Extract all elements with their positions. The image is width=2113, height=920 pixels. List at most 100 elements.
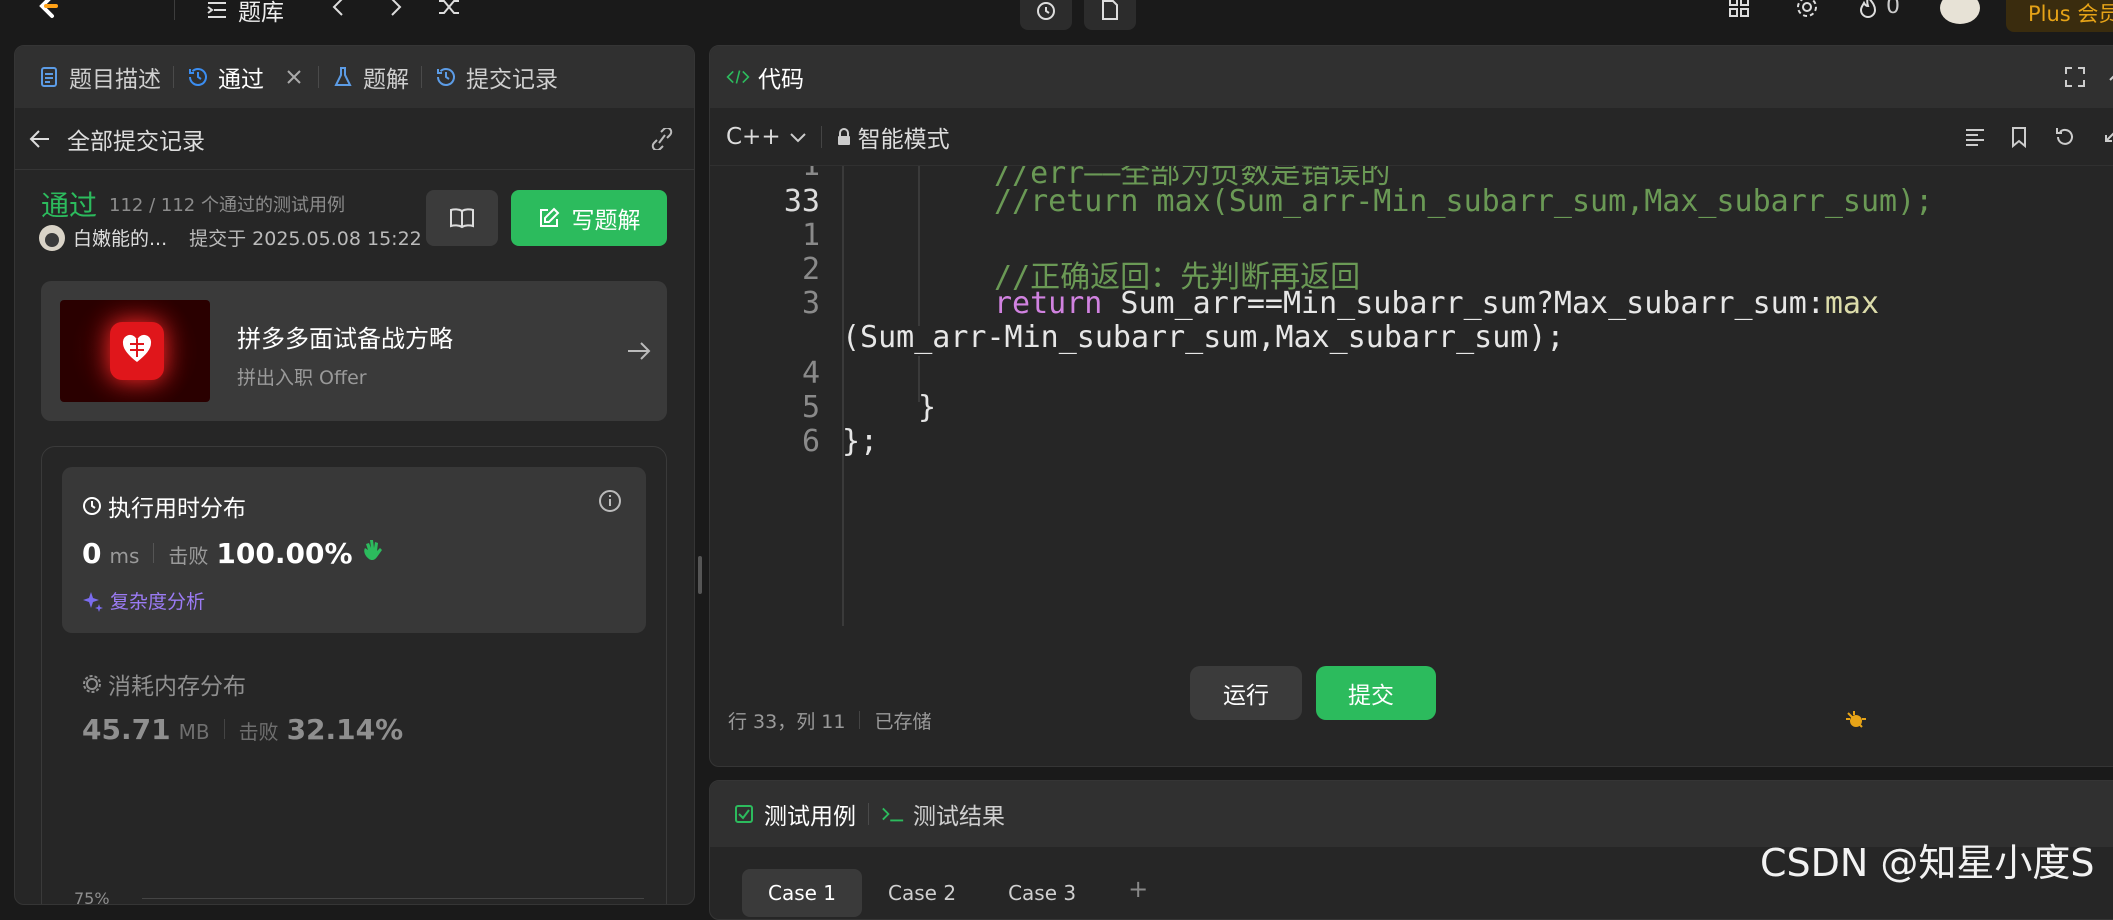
case-tab[interactable]: Case 1 bbox=[742, 869, 863, 917]
reset-icon[interactable] bbox=[2054, 126, 2076, 148]
leetcode-logo-icon[interactable] bbox=[34, 0, 64, 22]
tab-description-label: 题目描述 bbox=[69, 67, 161, 93]
runtime-stats: 0 ms 击败 100.00% bbox=[82, 537, 387, 570]
avatar[interactable] bbox=[39, 224, 65, 251]
notes-button[interactable] bbox=[1084, 0, 1136, 30]
bookmark-icon[interactable] bbox=[2010, 126, 2028, 148]
collapse-icon[interactable] bbox=[2102, 129, 2113, 145]
runtime-unit: ms bbox=[109, 544, 140, 568]
tab-code[interactable]: 代码 bbox=[726, 60, 804, 94]
code-tab-label: 代码 bbox=[758, 67, 804, 93]
tab-submissions[interactable]: 提交记录 bbox=[434, 60, 558, 94]
smart-mode-toggle[interactable]: 智能模式 bbox=[836, 120, 950, 154]
runtime-beat-value: 100.00% bbox=[216, 537, 353, 570]
clock-icon bbox=[82, 496, 102, 516]
sparkle-icon bbox=[82, 590, 104, 612]
code-line: } bbox=[918, 390, 937, 425]
tab-solutions[interactable]: 题解 bbox=[331, 60, 409, 94]
plus-membership-button[interactable]: Plus 会员 bbox=[2006, 0, 2113, 32]
test-cases-label: 测试用例 bbox=[764, 804, 856, 830]
arrow-left-icon bbox=[29, 129, 51, 149]
indent-guide bbox=[842, 166, 844, 626]
line-number: 1 bbox=[710, 166, 820, 183]
code-text: Sum_arr==Min_subarr_sum?Max_subarr_sum: bbox=[1102, 286, 1825, 321]
save-status: 已存储 bbox=[874, 710, 932, 733]
memory-stats: 45.71 MB 击败 32.14% bbox=[82, 713, 403, 746]
runtime-title-label: 执行用时分布 bbox=[108, 496, 246, 522]
case-tab[interactable]: Case 3 bbox=[982, 869, 1102, 917]
complexity-analysis-link[interactable]: 复杂度分析 bbox=[82, 587, 205, 614]
info-icon[interactable] bbox=[598, 489, 622, 513]
tab-submissions-label: 提交记录 bbox=[466, 67, 558, 93]
clap-icon bbox=[361, 537, 387, 563]
submit-button[interactable]: 提交 bbox=[1316, 666, 1436, 720]
submitted-time: 提交于 2025.05.08 15:22 bbox=[189, 228, 422, 250]
divider bbox=[421, 66, 422, 88]
cursor-position: 行 33，列 11 bbox=[728, 710, 846, 733]
submission-panel: 题目描述 通过 题解 提交记录 全部提交记录 通过 112 / 112 个通过的… bbox=[14, 45, 695, 905]
indent-guide bbox=[918, 166, 920, 326]
memory-title[interactable]: 消耗内存分布 bbox=[82, 667, 246, 701]
tab-description[interactable]: 题目描述 bbox=[37, 60, 161, 94]
streak-counter[interactable]: 0 bbox=[1858, 0, 1900, 19]
back-to-submissions[interactable]: 全部提交记录 bbox=[15, 108, 694, 170]
tab-test-results[interactable]: 测试结果 bbox=[881, 797, 1005, 831]
performance-card: 执行用时分布 0 ms 击败 100.00% 复杂度分析 消耗内存分布 45.7… bbox=[41, 446, 667, 904]
problems-nav[interactable]: 题库 bbox=[206, 0, 284, 26]
code-line: return Sum_arr==Min_subarr_sum?Max_subar… bbox=[994, 286, 1879, 321]
open-book-icon bbox=[449, 207, 475, 229]
chevron-left-icon[interactable] bbox=[326, 0, 352, 20]
promo-card[interactable]: 拼多多面试备战方略 拼出入职 Offer bbox=[41, 281, 667, 421]
notebook-button[interactable] bbox=[426, 190, 498, 246]
list-icon bbox=[206, 1, 228, 19]
format-icon[interactable] bbox=[1964, 127, 1986, 147]
language-select[interactable]: C++ bbox=[726, 124, 807, 150]
code-icon bbox=[726, 65, 750, 89]
fullscreen-icon[interactable] bbox=[2064, 66, 2086, 88]
code-panel: 代码 C++ 智能模式 //err——全部为负数是错误的 33 //return… bbox=[709, 45, 2113, 767]
left-tab-bar: 题目描述 通过 题解 提交记录 bbox=[15, 46, 694, 108]
promo-title: 拼多多面试备战方略 bbox=[237, 325, 453, 353]
divider bbox=[173, 66, 174, 88]
divider bbox=[868, 803, 869, 825]
terminal-icon bbox=[881, 802, 905, 826]
lock-icon bbox=[836, 127, 852, 146]
runtime-title: 执行用时分布 bbox=[82, 489, 246, 523]
vertical-resize-handle[interactable] bbox=[698, 556, 702, 594]
flame-icon bbox=[1858, 0, 1878, 19]
memory-beat-label: 击败 bbox=[238, 720, 279, 744]
runtime-distribution[interactable]: 执行用时分布 0 ms 击败 100.00% 复杂度分析 bbox=[62, 467, 646, 633]
shuffle-icon[interactable] bbox=[436, 0, 462, 20]
chevron-right-icon[interactable] bbox=[382, 0, 408, 20]
user-avatar[interactable] bbox=[1940, 0, 1980, 24]
run-button[interactable]: 运行 bbox=[1190, 666, 1302, 720]
chevron-up-icon[interactable] bbox=[2108, 66, 2113, 88]
link-icon[interactable] bbox=[648, 127, 676, 150]
debug-icon[interactable] bbox=[1842, 707, 1868, 733]
memory-title-label: 消耗内存分布 bbox=[108, 674, 246, 700]
code-editor[interactable]: 1 //err——全部为负数是错误的 33 //return max(Sum_a… bbox=[710, 166, 2113, 676]
gear-icon[interactable] bbox=[1794, 0, 1820, 20]
divider bbox=[318, 66, 319, 88]
runtime-beat-label: 击败 bbox=[168, 544, 209, 568]
tab-test-cases[interactable]: 测试用例 bbox=[732, 797, 856, 831]
timer-button[interactable] bbox=[1020, 0, 1072, 30]
chip-icon bbox=[82, 674, 102, 694]
alarm-icon bbox=[1034, 0, 1058, 22]
status-accepted: 通过 bbox=[41, 189, 98, 222]
code-line: (Sum_arr-Min_subarr_sum,Max_subarr_sum); bbox=[842, 320, 1565, 355]
arrow-right-icon[interactable] bbox=[625, 337, 653, 365]
memory-beat-value: 32.14% bbox=[286, 713, 404, 746]
editor-toolbar: C++ 智能模式 bbox=[710, 108, 2113, 166]
code-tab-bar: 代码 bbox=[710, 46, 2113, 108]
layout-grid-icon[interactable] bbox=[1726, 0, 1752, 20]
case-tab[interactable]: Case 2 bbox=[862, 869, 982, 917]
tab-accepted[interactable]: 通过 bbox=[186, 60, 306, 94]
add-case-button[interactable]: + bbox=[1102, 869, 1174, 917]
author-name[interactable]: 白嫩能的... bbox=[73, 224, 167, 251]
memory-value: 45.71 bbox=[82, 713, 171, 746]
close-icon[interactable] bbox=[282, 65, 306, 89]
line-number: 4 bbox=[801, 356, 820, 391]
checkbox-icon bbox=[732, 802, 756, 826]
write-solution-button[interactable]: 写题解 bbox=[511, 190, 667, 246]
